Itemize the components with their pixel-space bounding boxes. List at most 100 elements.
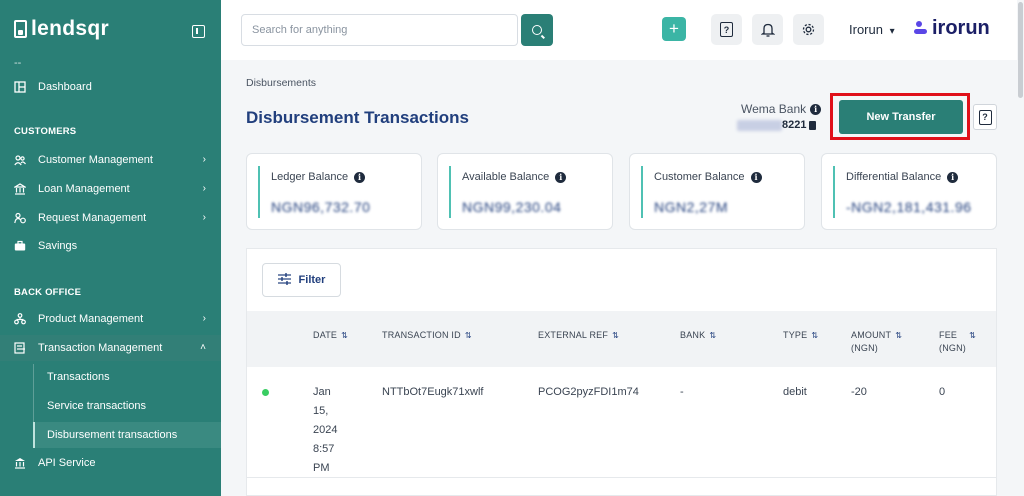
search-button[interactable] — [521, 14, 553, 46]
column-header-label: AMOUNT — [851, 330, 892, 340]
copy-icon[interactable] — [809, 120, 817, 130]
table-header: DATE ⇅ TRANSACTION ID ⇅ EXTERNAL REF ⇅ BANK… — [247, 311, 996, 367]
column-header-unit: (NGN) — [939, 343, 966, 353]
page-help-button[interactable]: ? — [973, 104, 997, 130]
sort-icon[interactable]: ⇅ — [709, 331, 716, 340]
irorun-logo-icon — [914, 20, 928, 37]
card-accent-bar — [258, 166, 260, 218]
column-header-amount[interactable]: AMOUNT ⇅ (NGN) — [851, 329, 902, 355]
sidebar-item-label: Product Management — [38, 313, 144, 325]
filter-button[interactable]: Filter — [262, 263, 341, 297]
notifications-button[interactable] — [752, 14, 783, 45]
bank-name-text: Wema Bank — [741, 102, 807, 116]
column-header-fee[interactable]: FEE ⇅ (NGN) — [939, 329, 976, 355]
column-header-bank[interactable]: BANK ⇅ — [680, 329, 716, 342]
card-value: -NGN2,181,431.96 — [846, 199, 972, 215]
sidebar-item-savings[interactable]: Savings — [0, 233, 221, 259]
column-header-unit: (NGN) — [851, 343, 878, 353]
card-accent-bar — [833, 166, 835, 218]
help-icon: ? — [978, 109, 992, 125]
user-menu[interactable]: Irorun ▾ — [849, 22, 895, 37]
info-icon[interactable]: i — [810, 103, 822, 115]
sidebar-item-request-management[interactable]: Request Management › — [0, 205, 221, 231]
account-number-suffix: 8221 — [782, 119, 807, 131]
bank-name: Wema Bank i — [741, 102, 822, 116]
filter-icon — [277, 272, 291, 288]
sidebar-item-api-service[interactable]: API Service — [0, 450, 221, 476]
help-icon: ? — [720, 22, 733, 37]
column-header-label: TRANSACTION ID — [382, 330, 461, 340]
sidebar-item-product-management[interactable]: Product Management › — [0, 306, 221, 332]
card-label-text: Ledger Balance — [271, 171, 349, 183]
column-header-transaction-id[interactable]: TRANSACTION ID ⇅ — [382, 329, 472, 342]
cell-transaction-id[interactable]: NTTbOt7Eugk71xwlf — [382, 383, 483, 402]
column-header-label: TYPE — [783, 330, 808, 340]
column-header-type[interactable]: TYPE ⇅ — [783, 329, 818, 342]
info-icon[interactable]: i — [354, 171, 366, 183]
collapse-sidebar-icon[interactable] — [192, 25, 205, 38]
sort-icon[interactable]: ⇅ — [811, 331, 818, 340]
sort-icon[interactable]: ⇅ — [612, 331, 619, 340]
info-icon[interactable]: i — [947, 171, 959, 183]
sidebar-subitem-transactions[interactable]: Transactions — [33, 364, 221, 390]
transaction-icon — [14, 342, 26, 354]
card-label: Ledger Balance i — [271, 171, 366, 183]
card-label: Available Balance i — [462, 171, 567, 183]
cell-type: debit — [783, 386, 807, 398]
info-icon[interactable]: i — [750, 171, 762, 183]
status-dot — [262, 389, 269, 396]
chevron-right-icon: › — [202, 313, 206, 324]
lendsqr-logo-icon — [14, 20, 27, 38]
org-logo: irorun — [914, 17, 990, 40]
bank-building-icon — [14, 457, 26, 469]
customer-balance-card: Customer Balance i NGN2,27M — [629, 153, 805, 230]
cell-date: Jan 15, 2024 8:57 PM — [313, 383, 337, 478]
new-transfer-button[interactable]: New Transfer — [839, 100, 963, 134]
sidebar-item-label: Savings — [38, 240, 78, 252]
sidebar-item-dashboard[interactable]: Dashboard — [0, 74, 221, 100]
filter-label: Filter — [298, 274, 326, 286]
column-header-label: BANK — [680, 330, 706, 340]
section-label-back-office: BACK OFFICE — [14, 287, 82, 298]
user-name: Irorun — [849, 22, 883, 37]
dashboard-icon — [14, 81, 26, 93]
section-label-customers: CUSTOMERS — [14, 126, 77, 137]
sidebar-subitem-service-transactions[interactable]: Service transactions — [33, 393, 221, 419]
card-value: NGN99,230.04 — [462, 199, 562, 215]
sidebar: lendsqr -- Dashboard CUSTOMERS Customer … — [0, 0, 221, 496]
add-button[interactable]: + — [662, 17, 686, 41]
settings-button[interactable] — [793, 14, 824, 45]
column-header-date[interactable]: DATE ⇅ — [313, 329, 348, 342]
card-value: NGN96,732.70 — [271, 199, 371, 215]
info-icon[interactable]: i — [555, 171, 567, 183]
sidebar-divider-mark: -- — [14, 57, 22, 69]
request-icon — [14, 212, 26, 224]
scrollbar-thumb[interactable] — [1018, 2, 1023, 98]
sort-icon[interactable]: ⇅ — [465, 331, 472, 340]
caret-down-icon: ▾ — [889, 26, 895, 37]
sort-icon[interactable]: ⇅ — [341, 331, 348, 340]
cell-external-ref: PCOG2pyzFDI1m74 — [538, 386, 639, 398]
breadcrumb[interactable]: Disbursements — [246, 77, 316, 89]
cell-bank: - — [680, 386, 684, 398]
column-header-label: DATE — [313, 330, 338, 340]
sidebar-item-customer-management[interactable]: Customer Management › — [0, 147, 221, 173]
sidebar-item-loan-management[interactable]: Loan Management › — [0, 176, 221, 202]
date-line: Jan — [313, 386, 331, 398]
card-label: Customer Balance i — [654, 171, 762, 183]
lendsqr-logo[interactable]: lendsqr — [14, 17, 109, 41]
card-label-text: Differential Balance — [846, 171, 942, 183]
sort-icon[interactable]: ⇅ — [969, 331, 976, 340]
column-header-external-ref[interactable]: EXTERNAL REF ⇅ — [538, 329, 619, 342]
sort-icon[interactable]: ⇅ — [895, 331, 902, 340]
card-label-text: Customer Balance — [654, 171, 745, 183]
search-input[interactable]: Search for anything — [241, 14, 518, 46]
help-button[interactable]: ? — [711, 14, 742, 45]
cell-fee: 0 — [939, 386, 946, 398]
chevron-up-icon: ˄ — [200, 342, 206, 353]
sidebar-subitem-disbursement-transactions[interactable]: Disbursement transactions — [33, 422, 221, 448]
sidebar-item-transaction-management[interactable]: Transaction Management ˄ — [0, 335, 221, 361]
sidebar-item-label: Loan Management — [38, 183, 130, 195]
brand-name: lendsqr — [31, 17, 109, 40]
chevron-right-icon: › — [202, 212, 206, 223]
